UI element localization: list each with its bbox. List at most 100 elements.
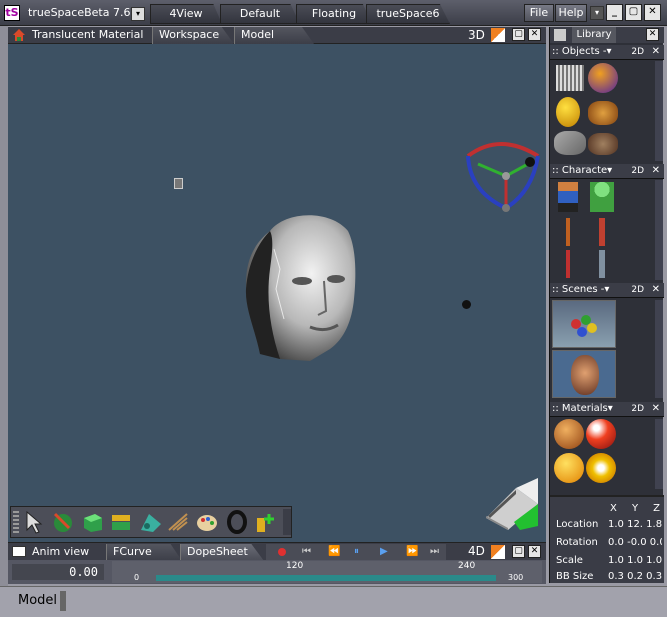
- viewport-maximize-button[interactable]: ▢: [512, 28, 525, 41]
- objects-scrollbar[interactable]: [655, 61, 663, 161]
- material-thumb-rust[interactable]: [554, 419, 584, 449]
- app-title: trueSpaceBeta 7.61: [28, 6, 138, 19]
- characters-close-icon[interactable]: ✕: [652, 164, 660, 178]
- anim-orange-corner-icon[interactable]: [491, 545, 505, 559]
- light-point-icon[interactable]: [462, 300, 471, 309]
- cube-tool-icon[interactable]: [81, 510, 105, 534]
- menu-dropdown-icon[interactable]: ▾: [590, 6, 604, 20]
- object-thumb-rhino[interactable]: [588, 133, 618, 155]
- character-thumb-2[interactable]: [590, 182, 614, 212]
- layout-dropdown-button[interactable]: ▾: [131, 7, 145, 21]
- character-thumb-1[interactable]: [558, 182, 578, 212]
- bbsize-values[interactable]: 0.3 0.2 0.3: [608, 571, 662, 582]
- pause-icon[interactable]: ⏸: [354, 546, 359, 557]
- material-thumb-yellow[interactable]: [586, 453, 616, 483]
- object-thumb-egg[interactable]: [556, 97, 580, 127]
- library-section-materials[interactable]: :: Materials▾ 2D ✕: [550, 402, 664, 417]
- tab-truespace6[interactable]: trueSpace6: [366, 4, 450, 24]
- character-thumb-4[interactable]: [588, 218, 616, 246]
- scene-thumb-balls[interactable]: [552, 300, 616, 348]
- status-field[interactable]: [60, 591, 650, 611]
- object-thumb-grid[interactable]: [556, 65, 584, 91]
- object-thumb-dog[interactable]: [588, 101, 618, 125]
- deform-tool-icon[interactable]: [139, 510, 163, 534]
- viewport-close-button[interactable]: ✕: [528, 28, 541, 41]
- scale-label: Scale: [556, 555, 583, 566]
- characters-mode[interactable]: 2D: [631, 164, 644, 178]
- scale-values[interactable]: 1.0 1.0 1.0: [608, 555, 662, 566]
- 3d-viewport[interactable]: [8, 44, 546, 542]
- header-y: Y: [631, 503, 639, 514]
- scenes-close-icon[interactable]: ✕: [652, 283, 660, 297]
- object-thumb-sphere[interactable]: [588, 63, 618, 93]
- play-icon[interactable]: ▶: [380, 546, 388, 557]
- tab-model[interactable]: Model: [234, 27, 314, 44]
- materials-mode[interactable]: 2D: [631, 402, 644, 416]
- anim-body: 0.00 120 240 0 300: [8, 560, 546, 584]
- brush-tool-icon[interactable]: [167, 510, 191, 534]
- app-icon[interactable]: tS: [4, 5, 20, 21]
- rewind-icon[interactable]: ⏪: [328, 546, 340, 557]
- scenes-title: :: Scenes -▾: [552, 284, 610, 295]
- view-mode-3d[interactable]: 3D: [468, 28, 485, 42]
- material-thumb-gold[interactable]: [554, 453, 584, 483]
- tab-dopesheet[interactable]: DopeSheet: [180, 544, 264, 561]
- layers-tool-icon[interactable]: [109, 510, 133, 534]
- character-thumb-6[interactable]: [588, 250, 616, 278]
- library-section-characters[interactable]: :: Characte▾ 2D ✕: [550, 164, 664, 179]
- view-mode-4d[interactable]: 4D: [468, 544, 485, 558]
- tool-strip-scroll[interactable]: [283, 509, 291, 535]
- rotation-values[interactable]: 0.0 -0.0 0.0: [608, 537, 662, 548]
- go-end-icon[interactable]: ⏭: [430, 546, 439, 557]
- home-icon[interactable]: [12, 28, 26, 42]
- orange-corner-icon[interactable]: [491, 28, 505, 42]
- title-bar: tS trueSpaceBeta 7.61 ▾ 4View Default Fl…: [0, 0, 667, 26]
- ring-tool-icon[interactable]: [225, 510, 249, 534]
- time-field[interactable]: 0.00: [12, 564, 104, 580]
- character-thumb-5[interactable]: [558, 250, 578, 278]
- add-tool-icon[interactable]: [253, 510, 277, 534]
- anim-header: Anim view FCurve DopeSheet ⏮ ⏪ ⏸ ▶ ⏩ ⏭ 4…: [8, 542, 546, 561]
- record-icon[interactable]: [278, 548, 286, 556]
- materials-close-icon[interactable]: ✕: [652, 402, 660, 416]
- timeline-ruler[interactable]: 120 240 0 300: [112, 561, 542, 583]
- tab-default[interactable]: Default: [220, 4, 300, 24]
- tool-strip-grip[interactable]: [13, 511, 19, 535]
- tab-floating[interactable]: Floating: [296, 4, 372, 24]
- library-section-scenes[interactable]: :: Scenes -▾ 2D ✕: [550, 283, 664, 298]
- view-cube-icon[interactable]: [482, 474, 542, 530]
- library-section-objects[interactable]: :: Objects -▾ 2D ✕: [550, 45, 664, 60]
- scenes-scrollbar[interactable]: [655, 300, 663, 398]
- anim-maximize-button[interactable]: ▢: [512, 545, 525, 558]
- character-thumb-3[interactable]: [558, 218, 578, 246]
- materials-scrollbar[interactable]: [655, 419, 663, 489]
- tab-workspace[interactable]: Workspace: [152, 27, 234, 44]
- maximize-button[interactable]: ▢: [625, 4, 642, 21]
- help-menu[interactable]: Help: [555, 4, 587, 22]
- tab-fcurve[interactable]: FCurve: [106, 544, 182, 561]
- paint-tool-icon[interactable]: [51, 510, 75, 534]
- tab-4view[interactable]: 4View: [150, 4, 222, 24]
- palette-tool-icon[interactable]: [195, 510, 219, 534]
- scenes-mode[interactable]: 2D: [631, 283, 644, 297]
- location-values[interactable]: 1.0 12. 1.8: [608, 519, 662, 530]
- objects-mode[interactable]: 2D: [631, 45, 644, 59]
- material-thumb-red[interactable]: [586, 419, 616, 449]
- object-thumb-shark[interactable]: [554, 131, 586, 155]
- light-object-icon[interactable]: [174, 178, 183, 189]
- anim-close-button[interactable]: ✕: [528, 545, 541, 558]
- scene-thumb-face[interactable]: [552, 350, 616, 398]
- file-menu[interactable]: File: [524, 4, 554, 22]
- head-model[interactable]: [240, 209, 360, 364]
- minimize-button[interactable]: _: [606, 4, 623, 21]
- objects-close-icon[interactable]: ✕: [652, 45, 660, 59]
- characters-scrollbar[interactable]: [655, 180, 663, 280]
- close-button[interactable]: ✕: [644, 4, 661, 21]
- library-close-button[interactable]: ✕: [646, 28, 659, 41]
- navigation-gizmo-icon[interactable]: [460, 136, 544, 212]
- go-start-icon[interactable]: ⏮: [302, 546, 311, 557]
- select-arrow-icon[interactable]: [23, 510, 47, 534]
- timeline-range-bar[interactable]: [156, 575, 496, 581]
- fast-forward-icon[interactable]: ⏩: [406, 546, 418, 557]
- tab-library[interactable]: Library: [572, 27, 616, 43]
